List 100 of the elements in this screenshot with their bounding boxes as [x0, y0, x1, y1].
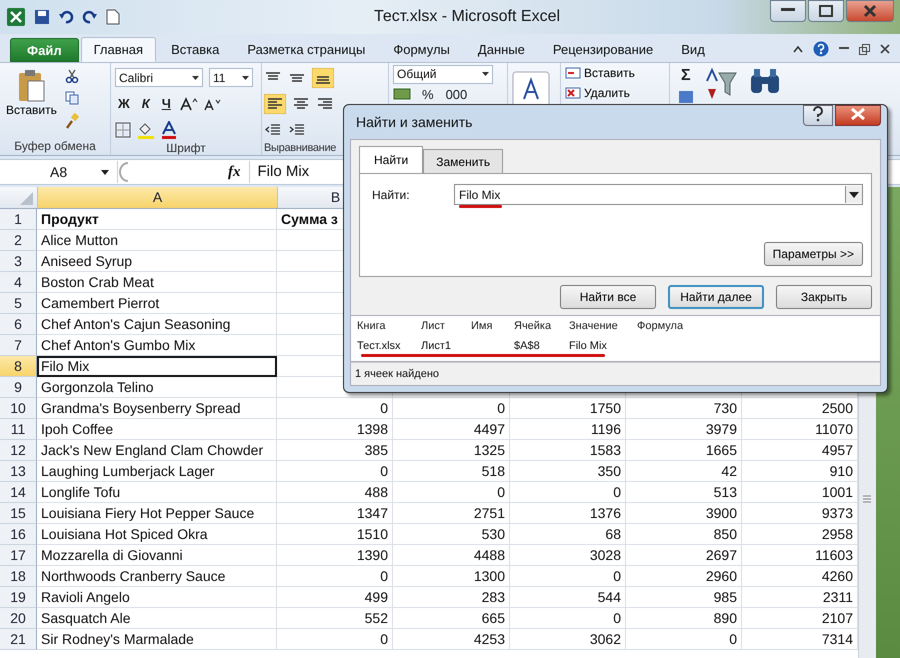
copy-icon[interactable]	[64, 91, 81, 105]
row-header[interactable]: 15	[0, 503, 37, 524]
row-header[interactable]: 8	[0, 356, 37, 377]
align-right-icon[interactable]	[316, 96, 334, 112]
row-header[interactable]: 2	[0, 230, 37, 251]
save-icon[interactable]	[34, 9, 50, 25]
ribbon-tab[interactable]: Вид	[668, 37, 718, 62]
row-header[interactable]: 14	[0, 482, 37, 503]
scissors-icon[interactable]	[64, 69, 79, 83]
row-header[interactable]: 12	[0, 440, 37, 461]
column-header[interactable]: Формула	[631, 320, 701, 332]
result-cell-text: Filo Mix	[568, 340, 608, 352]
row-header[interactable]: 18	[0, 566, 37, 587]
file-tab[interactable]: Файл	[10, 38, 79, 62]
table-cell: 513	[714, 484, 737, 500]
redo-icon[interactable]	[82, 9, 98, 25]
column-header[interactable]: A	[37, 187, 277, 208]
collapse-ribbon-icon[interactable]	[793, 45, 803, 53]
table-cell: Aniseed Syrup	[41, 253, 132, 269]
new-document-icon[interactable]	[106, 9, 120, 25]
ribbon-tab[interactable]: Главная	[80, 37, 156, 62]
sort-filter-icon[interactable]	[704, 67, 738, 101]
ribbon-tab[interactable]: Формулы	[380, 37, 463, 62]
ribbon-tab[interactable]: Разметка страницы	[234, 37, 378, 62]
table-cell: 1750	[590, 400, 621, 416]
name-box[interactable]: A8	[0, 161, 118, 183]
increase-indent-icon[interactable]	[288, 122, 306, 138]
row-header[interactable]: 1	[0, 209, 37, 230]
insert-function-button[interactable]: fx	[228, 164, 240, 180]
row-header[interactable]: 3	[0, 251, 37, 272]
row-header[interactable]: 21	[0, 629, 37, 650]
borders-icon[interactable]	[115, 122, 131, 138]
close-button[interactable]	[846, 0, 894, 22]
group-label: Буфер обмена	[13, 138, 97, 155]
autosum-button[interactable]: Σ	[678, 67, 694, 85]
split-handle-icon[interactable]	[863, 495, 871, 503]
dialog-button[interactable]: Закрыть	[776, 285, 872, 309]
ribbon-tab[interactable]: Рецензирование	[540, 37, 666, 62]
dialog-button[interactable]: Найти все	[560, 285, 656, 309]
column-header[interactable]: Ячейка	[508, 320, 563, 332]
align-center-icon[interactable]	[292, 96, 310, 112]
align-bottom-icon[interactable]	[312, 68, 334, 88]
dropdown-button[interactable]	[845, 186, 862, 203]
caret-icon	[849, 192, 859, 198]
grow-font-icon[interactable]	[180, 96, 198, 110]
decrease-indent-icon[interactable]	[264, 122, 282, 138]
close-button[interactable]	[835, 105, 881, 126]
restore-icon[interactable]	[859, 44, 870, 54]
row-header[interactable]: 19	[0, 587, 37, 608]
bold-button[interactable]: Ж	[115, 96, 133, 111]
ribbon-tab[interactable]: Данные	[464, 37, 538, 62]
ribbon-tab[interactable]: Вставка	[158, 37, 232, 62]
row-header[interactable]: 20	[0, 608, 37, 629]
column-header[interactable]: Значение	[563, 320, 631, 332]
insert-cells-button[interactable]: Вставить	[565, 64, 635, 82]
table-cell: 350	[598, 463, 621, 479]
row-header[interactable]: 13	[0, 461, 37, 482]
thousands-button[interactable]: 000	[442, 86, 470, 102]
help-icon[interactable]	[813, 41, 829, 57]
row-header[interactable]: 7	[0, 335, 37, 356]
help-button[interactable]	[803, 105, 833, 126]
minimize-button[interactable]	[770, 0, 806, 22]
undo-icon[interactable]	[58, 9, 74, 25]
fill-bucket-icon[interactable]	[137, 120, 155, 138]
table-cell: 3062	[590, 631, 621, 647]
minimize-icon[interactable]	[839, 47, 849, 51]
brush-icon[interactable]	[64, 113, 79, 129]
spreadsheet-logo-icon[interactable]	[6, 7, 26, 27]
paste-button[interactable]: Вставить	[4, 67, 59, 119]
row-header[interactable]: 10	[0, 398, 37, 419]
align-left-icon[interactable]	[264, 94, 286, 114]
font-dropdown[interactable]: Calibri	[115, 68, 203, 87]
find-field[interactable]: Filo Mix	[454, 184, 863, 205]
caret-icon	[482, 72, 489, 76]
underline-button[interactable]: Ч	[158, 96, 174, 111]
result-row[interactable]: Тест.xlsx Лист1 $A$8 Filo Mix	[351, 336, 880, 356]
dialog-tab[interactable]: Найти	[359, 146, 424, 173]
dialog-button[interactable]: Найти далее	[668, 285, 764, 309]
italic-button[interactable]: К	[138, 96, 153, 111]
column-header[interactable]: Лист	[415, 320, 465, 332]
row-header[interactable]: 4	[0, 272, 37, 293]
row-header[interactable]: 5	[0, 293, 37, 314]
delete-cells-button[interactable]: Удалить	[565, 84, 630, 102]
number-format-dropdown[interactable]: Общий	[393, 64, 493, 84]
font-size-dropdown[interactable]: 11	[209, 68, 253, 87]
column-header[interactable]: Книга	[351, 320, 415, 332]
maximize-button[interactable]	[808, 0, 844, 22]
row-header[interactable]: 6	[0, 314, 37, 335]
row-header[interactable]: 16	[0, 524, 37, 545]
options-button[interactable]: Параметры >>	[764, 242, 863, 266]
row-header[interactable]: 11	[0, 419, 37, 440]
row-header[interactable]: 17	[0, 545, 37, 566]
percent-button[interactable]: %	[419, 86, 437, 102]
table-cell: Boston Crab Meat	[41, 274, 154, 290]
row-header[interactable]: 9	[0, 377, 37, 398]
column-header[interactable]: Имя	[465, 320, 508, 332]
binoculars-icon[interactable]	[748, 67, 782, 95]
close-icon[interactable]	[880, 44, 890, 54]
font-color-icon[interactable]	[161, 120, 177, 138]
dialog-tab[interactable]: Заменить	[423, 149, 504, 173]
